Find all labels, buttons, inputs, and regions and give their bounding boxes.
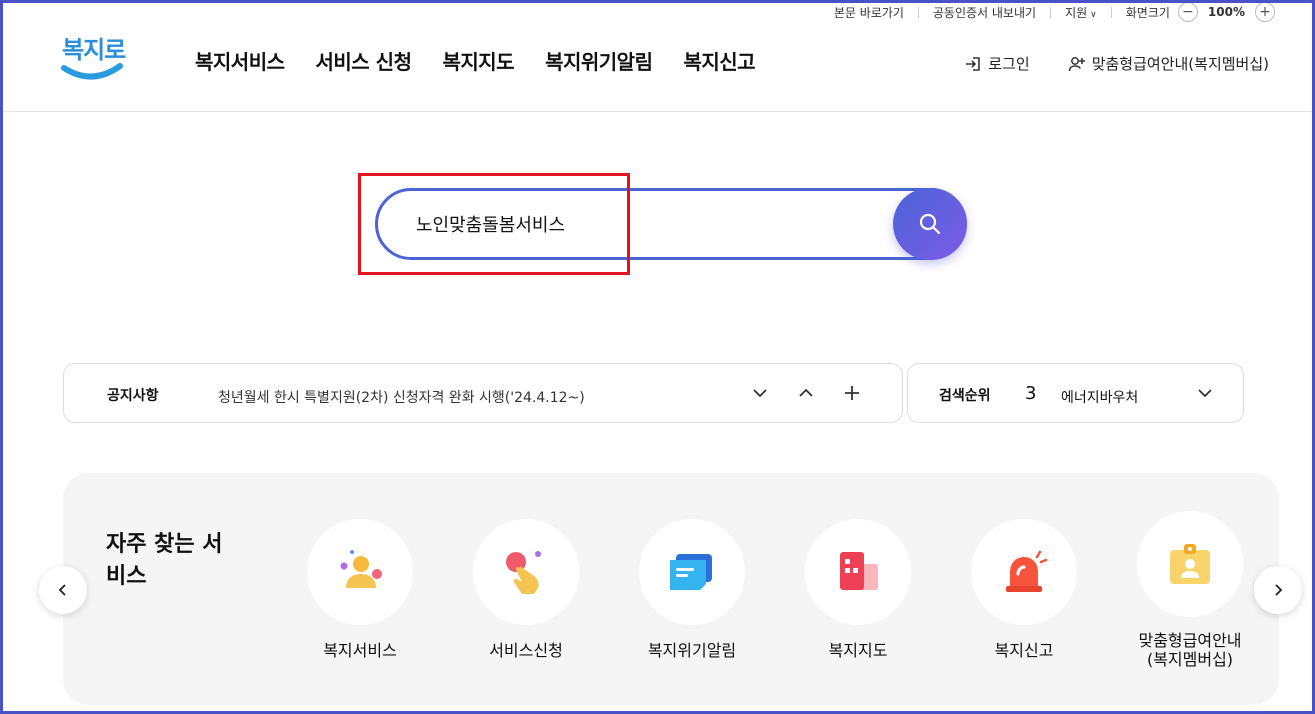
map-icon — [840, 552, 878, 590]
ranking-keyword[interactable]: 에너지바우처 — [1061, 387, 1138, 407]
service-name: 맞춤형급여안내 (복지멤버십) — [1138, 631, 1242, 669]
logo-text: 복지로 — [62, 36, 126, 64]
message-icon — [670, 554, 712, 590]
header-actions: 로그인 맞춤형급여안내(복지멤버십) — [964, 53, 1269, 74]
user-add-icon — [1068, 56, 1085, 71]
zoom-out-button[interactable]: − — [1177, 2, 1198, 22]
divider — [917, 6, 919, 18]
nav-welfare-service[interactable]: 복지서비스 — [195, 46, 285, 75]
chevron-down-icon — [1198, 389, 1212, 398]
notice-label: 공지사항 — [107, 388, 159, 404]
person-icon — [340, 550, 382, 588]
divider — [1050, 6, 1052, 18]
membership-link[interactable]: 맞춤형급여안내(복지멤버십) — [1068, 53, 1269, 74]
notice-more-button[interactable] — [839, 380, 865, 406]
id-card-icon — [1170, 544, 1210, 584]
search-icon — [919, 213, 941, 235]
notice-text[interactable]: 청년월세 한시 특별지원(2차) 신청자격 완화 시행('24.4.12~) — [218, 387, 585, 407]
login-label: 로그인 — [988, 55, 1030, 73]
service-item-apply[interactable]: 서비스신청 — [443, 519, 609, 660]
service-item-report[interactable]: 복지신고 — [941, 519, 1107, 660]
service-name: 복지서비스 — [323, 641, 397, 660]
service-icon-circle — [805, 519, 911, 625]
search-ranking: 검색순위 3 에너지바우처 — [907, 363, 1244, 423]
service-item-welfare[interactable]: 복지서비스 — [277, 519, 443, 660]
service-icon-circle — [1137, 511, 1243, 617]
zoom-value: 100% — [1207, 5, 1245, 19]
divider — [1110, 6, 1112, 18]
highlight-annotation — [358, 173, 630, 275]
search-button[interactable] — [893, 188, 967, 260]
plus-icon — [845, 386, 859, 400]
service-name: 복지지도 — [828, 641, 888, 660]
notice-bar: 공지사항 청년월세 한시 특별지원(2차) 신청자격 완화 시행('24.4.1… — [63, 363, 903, 423]
ranking-expand-button[interactable] — [1192, 380, 1218, 406]
service-item-crisis[interactable]: 복지위기알림 — [609, 519, 775, 660]
logo-smile-icon — [61, 63, 123, 80]
service-item-membership[interactable]: 맞춤형급여안내 (복지멤버십) — [1107, 511, 1273, 669]
service-item-map[interactable]: 복지지도 — [775, 519, 941, 660]
nav-welfare-map[interactable]: 복지지도 — [442, 46, 514, 75]
service-icon-circle — [307, 519, 413, 625]
zoom-in-button[interactable]: + — [1255, 2, 1275, 22]
nav-service-apply[interactable]: 서비스 신청 — [316, 46, 412, 75]
carousel-next-button[interactable] — [1254, 566, 1302, 614]
frequent-title: 자주 찾는 서비스 — [106, 532, 223, 589]
support-label: 지원 — [1065, 5, 1088, 20]
skip-to-content-link[interactable]: 본문 바로가기 — [834, 4, 904, 21]
chevron-right-icon — [1275, 584, 1283, 596]
site-logo[interactable]: 복지로 — [58, 30, 128, 86]
login-icon — [966, 56, 981, 71]
frequent-services: 자주 찾는 서비스 복지서비스 서비스신청 복지위기알림 복지지도 복지신고 맞… — [63, 473, 1279, 705]
carousel-prev-button[interactable] — [39, 566, 87, 614]
service-name: 서비스신청 — [489, 641, 563, 660]
utility-bar: 본문 바로가기 공동인증서 내보내기 지원 ∨ 화면크기 − 100% + — [834, 2, 1275, 22]
service-name: 복지신고 — [994, 641, 1054, 660]
notice-next-button[interactable] — [747, 380, 773, 406]
login-link[interactable]: 로그인 — [964, 53, 1030, 74]
support-menu[interactable]: 지원 ∨ — [1065, 4, 1097, 21]
header-divider — [3, 111, 1312, 112]
hand-tap-icon — [506, 551, 541, 594]
chevron-left-icon — [58, 584, 66, 596]
service-icon-circle — [971, 519, 1077, 625]
service-icon-circle — [639, 519, 745, 625]
zoom-label: 화면크기 — [1125, 5, 1170, 20]
siren-icon — [1006, 550, 1048, 592]
cert-export-link[interactable]: 공동인증서 내보내기 — [933, 4, 1036, 21]
membership-label: 맞춤형급여안내(복지멤버십) — [1091, 55, 1269, 73]
service-name: 복지위기알림 — [647, 641, 737, 660]
ranking-number: 3 — [1025, 383, 1037, 404]
notice-prev-button[interactable] — [793, 380, 819, 406]
ranking-label: 검색순위 — [939, 388, 991, 404]
chevron-down-icon: ∨ — [1090, 9, 1097, 20]
nav-crisis-alert[interactable]: 복지위기알림 — [545, 46, 653, 75]
nav-welfare-report[interactable]: 복지신고 — [683, 46, 755, 75]
chevron-down-icon — [753, 389, 767, 398]
service-icon-circle — [473, 519, 579, 625]
main-nav: 복지서비스 서비스 신청 복지지도 복지위기알림 복지신고 — [195, 46, 756, 75]
chevron-up-icon — [799, 388, 813, 397]
